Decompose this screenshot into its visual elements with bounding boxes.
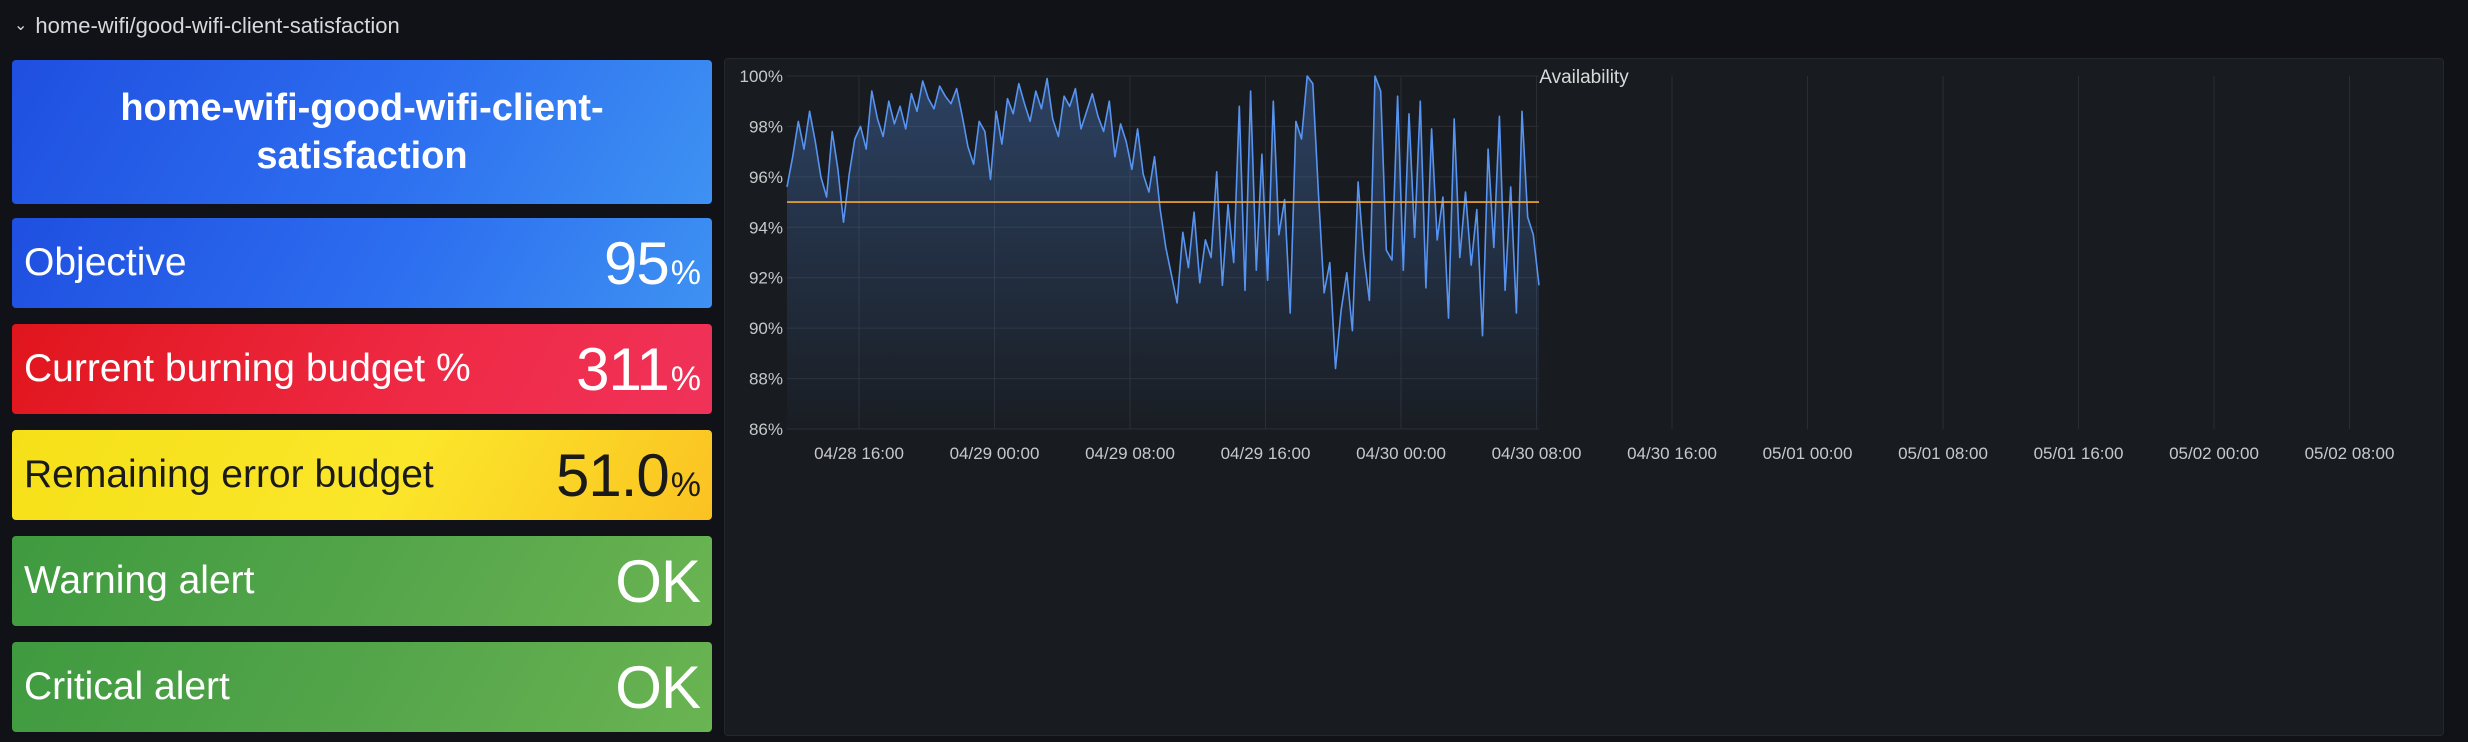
y-tick-label: 92% <box>749 269 783 288</box>
remaining-budget-unit: % <box>670 465 701 504</box>
y-tick-label: 90% <box>749 319 783 338</box>
warning-alert-panel: Warning alert OK <box>12 536 712 626</box>
x-tick-label: 05/01 16:00 <box>2034 444 2124 463</box>
burning-budget-panel: Current burning budget % 311% <box>12 324 712 414</box>
slo-name-panel: home-wifi-good-wifi-client-satisfaction <box>12 60 712 204</box>
objective-value-group: 95% <box>604 229 701 298</box>
remaining-budget-label: Remaining error budget <box>24 453 434 496</box>
y-tick-label: 86% <box>749 420 783 439</box>
objective-value: 95 <box>604 229 670 297</box>
x-tick-label: 04/29 08:00 <box>1085 444 1175 463</box>
x-tick-label: 05/02 08:00 <box>2305 444 2395 463</box>
y-tick-label: 98% <box>749 117 783 136</box>
x-tick-label: 05/01 08:00 <box>1898 444 1988 463</box>
critical-alert-label: Critical alert <box>24 665 230 708</box>
objective-label: Objective <box>24 241 187 284</box>
burning-budget-label: Current burning budget % <box>24 347 471 390</box>
availability-area <box>787 76 1539 429</box>
y-tick-label: 96% <box>749 168 783 187</box>
x-tick-label: 04/28 16:00 <box>814 444 904 463</box>
row-title[interactable]: home-wifi/good-wifi-client-satisfaction <box>35 13 399 39</box>
x-tick-label: 04/30 08:00 <box>1492 444 1582 463</box>
x-tick-label: 05/02 00:00 <box>2169 444 2259 463</box>
availability-panel[interactable]: Availability 100% 98% 96% 94% 92% 90% 88% 86% 04… <box>724 58 2444 736</box>
objective-unit: % <box>670 253 701 292</box>
warning-alert-label: Warning alert <box>24 559 255 602</box>
warning-alert-value: OK <box>615 547 701 615</box>
slo-name: home-wifi-good-wifi-client-satisfaction <box>120 87 604 177</box>
chevron-down-icon[interactable]: ⌄ <box>14 15 27 35</box>
y-tick-label: 94% <box>749 218 783 237</box>
remaining-budget-value: 51.0 <box>555 441 670 509</box>
critical-alert-panel: Critical alert OK <box>12 642 712 732</box>
x-tick-label: 04/30 16:00 <box>1627 444 1717 463</box>
y-tick-label: 88% <box>749 370 783 389</box>
burning-budget-unit: % <box>670 359 701 398</box>
row-header[interactable]: ⌄ home-wifi/good-wifi-client-satisfactio… <box>14 8 400 44</box>
x-tick-label: 05/01 00:00 <box>1763 444 1853 463</box>
burning-budget-value-group: 311% <box>576 335 701 404</box>
x-tick-label: 04/30 00:00 <box>1356 444 1446 463</box>
burning-budget-value: 311 <box>576 335 670 403</box>
x-tick-label: 04/29 00:00 <box>950 444 1040 463</box>
y-tick-label: 100% <box>740 67 783 86</box>
objective-panel: Objective 95% <box>12 218 712 308</box>
remaining-budget-value-group: 51.0% <box>555 441 701 510</box>
critical-alert-value: OK <box>615 653 701 721</box>
remaining-budget-panel: Remaining error budget 51.0% <box>12 430 712 520</box>
x-tick-label: 04/29 16:00 <box>1221 444 1311 463</box>
availability-chart[interactable]: 100% 98% 96% 94% 92% 90% 88% 86% 04/28 16:00 04/2… <box>725 59 2445 737</box>
